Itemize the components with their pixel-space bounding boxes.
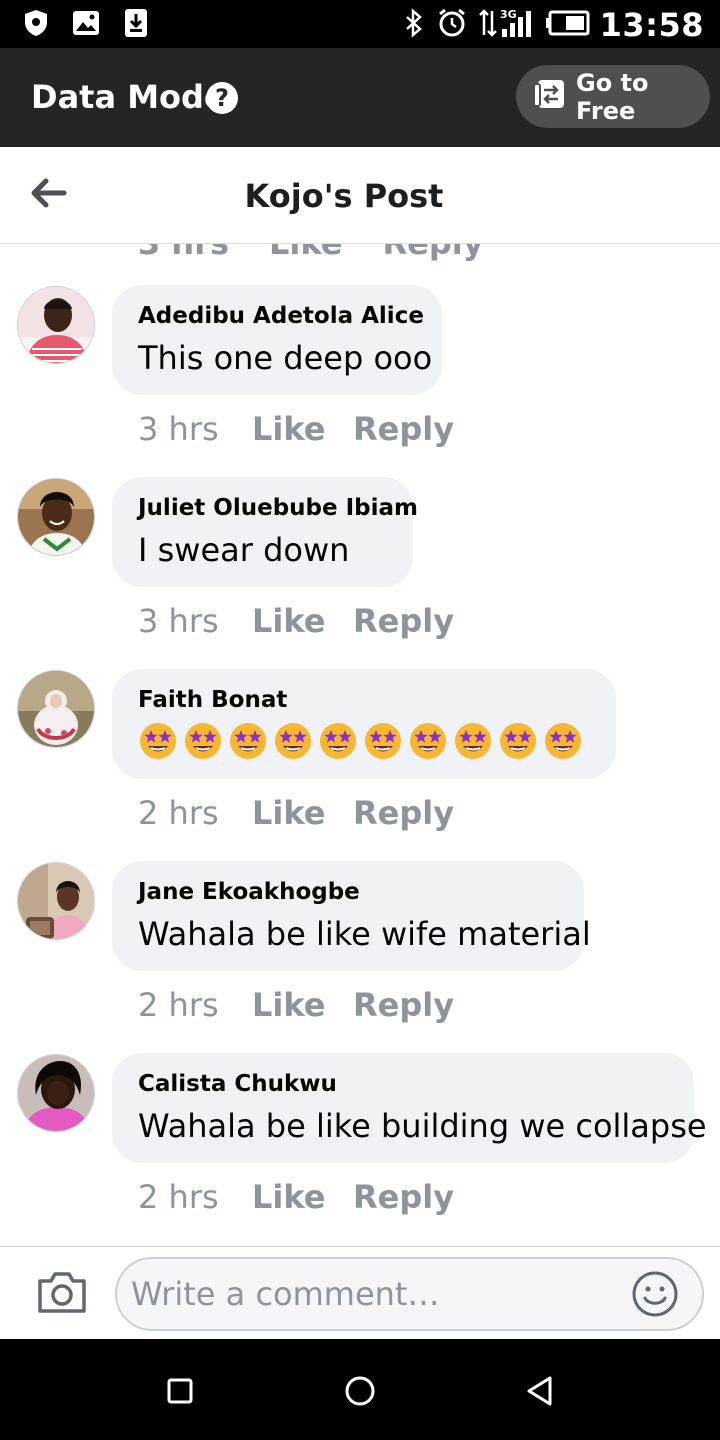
comment-composer — [0, 1246, 720, 1339]
system-navigation-bar — [0, 1339, 720, 1440]
back-button[interactable] — [522, 1373, 558, 1409]
camera-icon[interactable] — [36, 1269, 88, 1315]
comment-actions: 2 hrs Like Reply — [138, 986, 454, 1024]
status-bar: 3G 13:58 — [0, 0, 720, 48]
comment-author[interactable]: Faith Bonat — [138, 687, 588, 713]
like-button[interactable]: Like — [252, 986, 353, 1024]
avatar[interactable] — [17, 478, 95, 556]
comment-time: 2 hrs — [138, 794, 219, 832]
comment-time: 3 hrs — [138, 410, 219, 448]
comment-item: Juliet Oluebube Ibiam I swear down 3 hrs… — [0, 477, 720, 668]
star-struck-emoji — [185, 723, 221, 759]
star-struck-emoji — [140, 723, 176, 759]
star-struck-emoji — [455, 723, 491, 759]
network-3g-icon: 3G — [478, 7, 536, 44]
comment-bubble[interactable]: Calista Chukwu Wahala be like building w… — [112, 1053, 707, 1163]
comment-actions: 2 hrs Like Reply — [138, 794, 454, 832]
reply-button[interactable]: Reply — [353, 986, 454, 1024]
shield-icon — [22, 8, 50, 38]
avatar[interactable] — [17, 1054, 95, 1132]
like-button[interactable]: Like — [252, 602, 353, 640]
avatar[interactable] — [17, 862, 95, 940]
like-button[interactable]: Like — [269, 244, 342, 262]
comment-actions: 3 hrs Like Reply — [138, 602, 454, 640]
like-button[interactable]: Like — [252, 410, 353, 448]
comment-text: This one deep ooo — [138, 339, 433, 377]
battery-icon — [545, 10, 590, 41]
star-struck-emoji — [545, 723, 581, 759]
switch-mode-icon — [532, 78, 566, 115]
comment-item: Faith Bonat 2 hrs Like Reply — [0, 669, 720, 860]
go-to-free-label: Go to Free — [576, 68, 649, 125]
reply-button[interactable]: Reply — [353, 602, 454, 640]
comment-actions: 2 hrs Like Reply — [138, 1178, 454, 1216]
previous-comment-actions: 3 hrs Like Reply — [138, 244, 484, 262]
star-struck-emoji — [410, 723, 446, 759]
comments-list[interactable]: 3 hrs Like Reply Adedibu Adetola Alice T… — [0, 244, 720, 1246]
comment-time: 2 hrs — [138, 986, 219, 1024]
emoji-picker-icon[interactable] — [631, 1270, 679, 1318]
download-icon — [122, 8, 150, 38]
comment-bubble[interactable]: Adedibu Adetola Alice This one deep ooo — [112, 285, 442, 395]
star-struck-emoji — [230, 723, 266, 759]
comment-item: Calista Chukwu Wahala be like building w… — [0, 1053, 720, 1244]
comment-time: 2 hrs — [138, 1178, 219, 1216]
star-struck-emoji — [500, 723, 536, 759]
comment-emoji-row — [138, 721, 588, 761]
reply-button[interactable]: Reply — [353, 410, 454, 448]
alarm-icon — [436, 7, 468, 44]
star-struck-emoji — [320, 723, 356, 759]
help-icon[interactable]: ? — [206, 82, 238, 114]
home-button[interactable] — [342, 1373, 378, 1409]
avatar[interactable] — [17, 286, 95, 364]
comment-text: Wahala be like building we collapse — [138, 1107, 707, 1145]
recent-apps-button[interactable] — [162, 1373, 198, 1409]
clock-time: 13:58 — [599, 6, 704, 44]
star-struck-emoji — [275, 723, 311, 759]
svg-text:3G: 3G — [500, 8, 517, 21]
comment-author[interactable]: Adedibu Adetola Alice — [138, 303, 424, 329]
star-struck-emoji — [365, 723, 401, 759]
comment-item: Jane Ekoakhogbe Wahala be like wife mate… — [0, 861, 720, 1052]
data-mode-title: Data Mode — [31, 78, 226, 116]
page-title: Kojo's Post — [244, 177, 444, 215]
comment-author[interactable]: Calista Chukwu — [138, 1071, 666, 1097]
comment-time: 3 hrs — [138, 244, 229, 262]
comment-bubble[interactable]: Juliet Oluebube Ibiam I swear down — [112, 477, 418, 587]
image-icon — [72, 8, 100, 38]
like-button[interactable]: Like — [252, 1178, 353, 1216]
reply-button[interactable]: Reply — [353, 1178, 454, 1216]
comment-text: Wahala be like wife material — [138, 915, 591, 953]
comment-bubble[interactable]: Faith Bonat — [112, 669, 616, 779]
reply-button[interactable]: Reply — [353, 794, 454, 832]
comment-author[interactable]: Juliet Oluebube Ibiam — [138, 495, 418, 521]
post-header: Kojo's Post — [0, 147, 720, 244]
reply-button[interactable]: Reply — [383, 244, 484, 262]
go-to-free-button[interactable]: Go to Free — [516, 65, 710, 128]
comment-item: Adedibu Adetola Alice This one deep ooo … — [0, 285, 720, 476]
comment-input[interactable] — [115, 1257, 704, 1331]
avatar[interactable] — [17, 670, 95, 748]
comment-author[interactable]: Jane Ekoakhogbe — [138, 879, 556, 905]
comment-bubble[interactable]: Jane Ekoakhogbe Wahala be like wife mate… — [112, 861, 591, 971]
comment-text: I swear down — [138, 531, 350, 569]
bluetooth-icon — [402, 7, 426, 43]
comment-time: 3 hrs — [138, 602, 219, 640]
like-button[interactable]: Like — [252, 794, 353, 832]
comment-actions: 3 hrs Like Reply — [138, 410, 454, 448]
data-mode-banner: Data Mode ? Go to Free — [0, 48, 720, 147]
